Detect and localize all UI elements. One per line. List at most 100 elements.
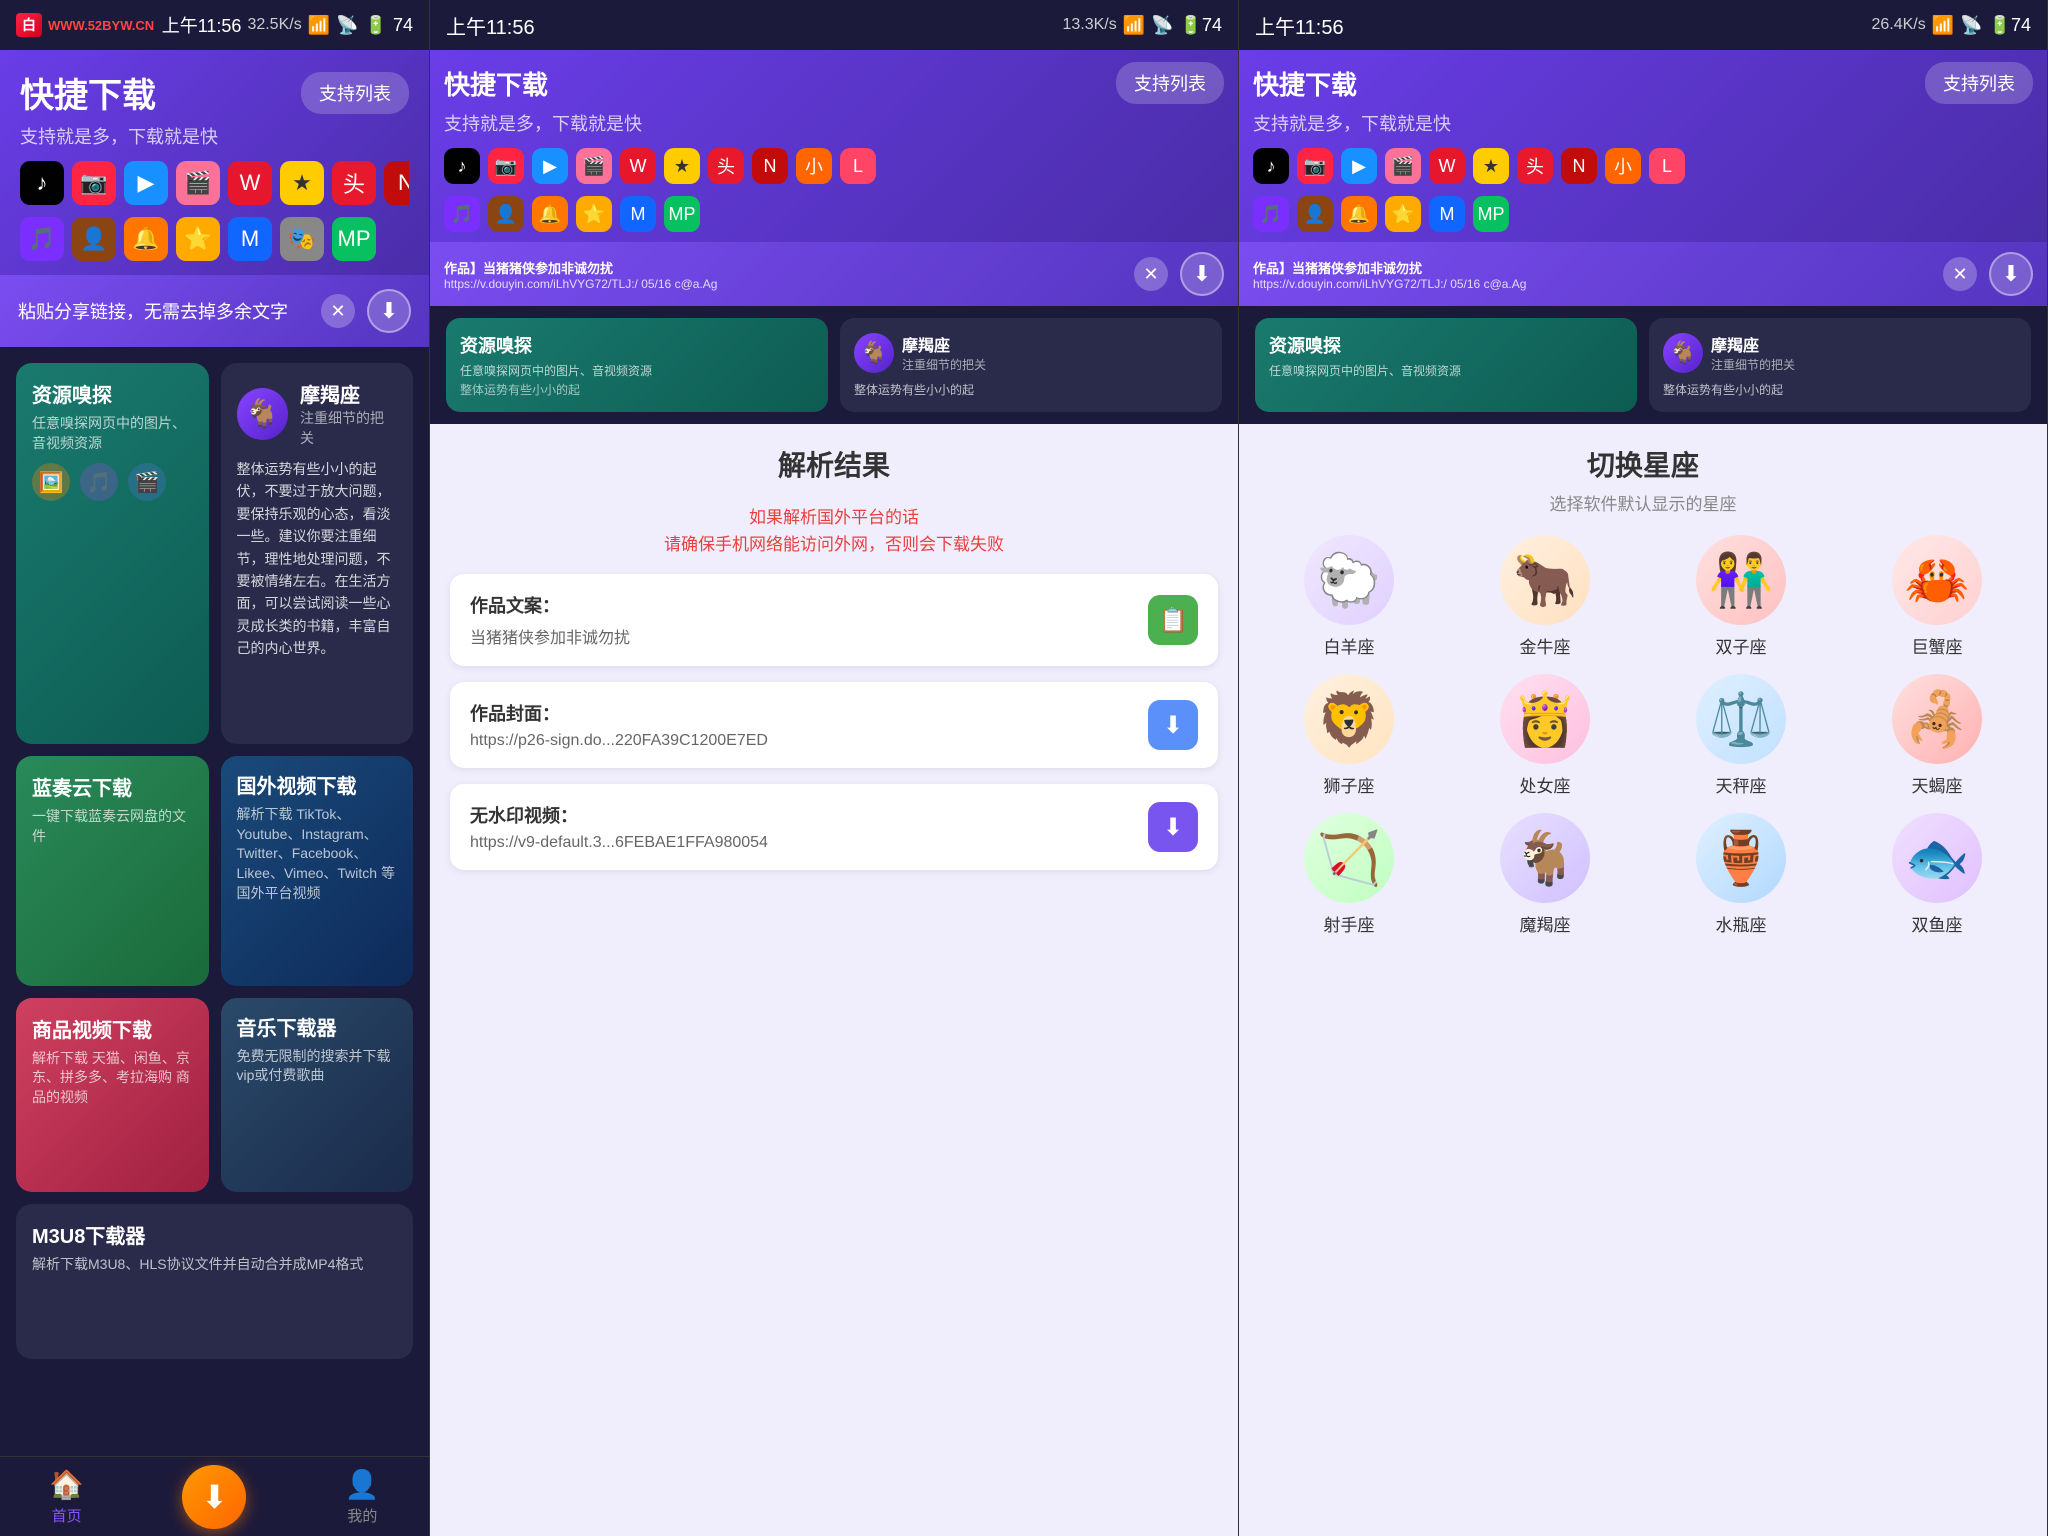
horoscope-avatar-mid: 🐐 [854,333,894,373]
m3u8-title: M3U8下载器 [32,1220,397,1249]
app-icon-red[interactable]: 📷 [72,161,116,205]
horoscope-card-mid[interactable]: 🐐 摩羯座 注重细节的把关 整体运势有些小小的起 [840,318,1222,412]
leo-avatar: 🦁 [1304,674,1394,764]
app-icon-bilibili-mid[interactable]: 🎬 [576,148,612,184]
app-icon-youku-mid[interactable]: ▶ [532,148,568,184]
app-icon-blue2[interactable]: M [228,217,272,261]
parse-field-video-value: https://v9-default.3...6FEBAE1FFA980054 [470,834,1134,852]
music-download-card[interactable]: 音乐下载器 免费无限制的搜索并下载vip或付费歌曲 [221,998,414,1192]
app-icon-netease-mid[interactable]: N [752,148,788,184]
app-icon-yellow-mid[interactable]: ★ [664,148,700,184]
app-header-mid: 快捷下载 支持列表 支持就是多，下载就是快 ♪ 📷 ▶ 🎬 W ★ 头 N 小 … [430,50,1238,242]
app-icon-star-right[interactable]: ⭐ [1385,196,1421,232]
zodiac-cancer[interactable]: 🦀 巨蟹座 [1847,535,2027,658]
paste-close-btn-right[interactable]: ✕ [1943,257,1977,291]
app-icon-brown[interactable]: 👤 [72,217,116,261]
taurus-name: 金牛座 [1520,633,1571,658]
app-icon-brown-mid[interactable]: 👤 [488,196,524,232]
app-icon-weibo-right[interactable]: W [1429,148,1465,184]
paste-url-mid: https://v.douyin.com/iLhVYG72/TLJ:/ 05/1… [444,277,1122,291]
resource-sniff-card[interactable]: 资源嗅探 任意嗅探网页中的图片、音视频资源 🖼️ 🎵 🎬 [16,363,209,744]
app-icon-weibo[interactable]: W [228,161,272,205]
app-icon-mp-right[interactable]: MP [1473,196,1509,232]
zodiac-aries[interactable]: 🐑 白羊座 [1259,535,1439,658]
nav-mine-left[interactable]: 👤 我的 [345,1468,380,1526]
app-icon-red-right[interactable]: 📷 [1297,148,1333,184]
app-icons-row2-mid: 🎵 👤 🔔 ⭐ M MP [444,196,1224,232]
m3u8-card[interactable]: M3U8下载器 解析下载M3U8、HLS协议文件并自动合并成MP4格式 [16,1204,413,1359]
battery-right: 🔋74 [1989,15,2031,36]
zodiac-scorpio[interactable]: 🦂 天蝎座 [1847,674,2027,797]
app-icon-orange2-right[interactable]: 🔔 [1341,196,1377,232]
download-cover-btn[interactable]: ⬇ [1148,700,1198,750]
app-icon-lala-right[interactable]: L [1649,148,1685,184]
paste-download-btn-right[interactable]: ⬇ [1989,252,2033,296]
app-subtitle-right: 支持就是多，下载就是快 [1253,110,2033,136]
paste-close-btn-left[interactable]: ✕ [321,294,355,328]
zodiac-sagittarius[interactable]: 🏹 射手座 [1259,813,1439,936]
app-icon-youku-right[interactable]: ▶ [1341,148,1377,184]
app-icon-bilibili[interactable]: 🎬 [176,161,220,205]
zodiac-libra[interactable]: ⚖️ 天秤座 [1651,674,1831,797]
horoscope-card-left[interactable]: 🐐 摩羯座 注重细节的把关 整体运势有些小小的起伏，不要过于放大问题，要保持乐观… [221,363,414,744]
app-icon-lala-mid[interactable]: L [840,148,876,184]
app-icon-yellow[interactable]: ★ [280,161,324,205]
app-icon-orange2[interactable]: 🔔 [124,217,168,261]
app-icon-netease-right[interactable]: N [1561,148,1597,184]
zodiac-leo[interactable]: 🦁 狮子座 [1259,674,1439,797]
nav-download-btn-left[interactable]: ⬇ [182,1465,246,1529]
paste-download-btn-mid[interactable]: ⬇ [1180,252,1224,296]
network-mid: 13.3K/s [1062,16,1116,34]
support-list-btn-left[interactable]: 支持列表 [301,72,409,114]
zodiac-pisces[interactable]: 🐟 双鱼座 [1847,813,2027,936]
app-icon-star-mid[interactable]: ⭐ [576,196,612,232]
app-icon-weibo-mid[interactable]: W [620,148,656,184]
app-icon-purple2[interactable]: 🎵 [20,217,64,261]
app-icons-row2-right: 🎵 👤 🔔 ⭐ M MP [1253,196,2033,232]
app-icon-blue2-right[interactable]: M [1429,196,1465,232]
app-icon-purple2-right[interactable]: 🎵 [1253,196,1289,232]
lanyun-card[interactable]: 蓝奏云下载 一键下载蓝奏云网盘的文件 [16,756,209,986]
app-icon-youku[interactable]: ▶ [124,161,168,205]
resource-card-mid[interactable]: 资源嗅探 任意嗅探网页中的图片、音视频资源 整体运势有些小小的起 [446,318,828,412]
paste-download-btn-left[interactable]: ⬇ [367,289,411,333]
app-icon-blue2-mid[interactable]: M [620,196,656,232]
paste-close-btn-mid[interactable]: ✕ [1134,257,1168,291]
zodiac-taurus[interactable]: 🐂 金牛座 [1455,535,1635,658]
app-icon-brown-right[interactable]: 👤 [1297,196,1333,232]
resource-card-right[interactable]: 资源嗅探 任意嗅探网页中的图片、音视频资源 [1255,318,1637,412]
zodiac-virgo[interactable]: 👸 处女座 [1455,674,1635,797]
zodiac-gemini[interactable]: 👫 双子座 [1651,535,1831,658]
product-video-card[interactable]: 商品视频下载 解析下载 天猫、闲鱼、京东、拼多多、考拉海购 商品的视频 [16,998,209,1192]
support-list-btn-mid[interactable]: 支持列表 [1116,62,1224,104]
app-icon-toutiao-mid[interactable]: 头 [708,148,744,184]
nav-home-left[interactable]: 🏠 首页 [49,1468,84,1526]
app-icon-tiktok-right[interactable]: ♪ [1253,148,1289,184]
app-icon-purple2-mid[interactable]: 🎵 [444,196,480,232]
parse-field-text-value: 当猪猪侠参加非诚勿扰 [470,624,1134,648]
app-icon-red-mid[interactable]: 📷 [488,148,524,184]
app-icon-orange2-mid[interactable]: 🔔 [532,196,568,232]
app-icon-gray[interactable]: 🎭 [280,217,324,261]
app-icon-mp[interactable]: MP [332,217,376,261]
app-icon-yellow-right[interactable]: ★ [1473,148,1509,184]
download-video-btn[interactable]: ⬇ [1148,802,1198,852]
signal-icon-mid: 📶 [1123,15,1145,36]
app-icon-tiktok-mid[interactable]: ♪ [444,148,480,184]
app-icon-star[interactable]: ⭐ [176,217,220,261]
app-icon-netease[interactable]: N [384,161,409,205]
support-list-btn-right[interactable]: 支持列表 [1925,62,2033,104]
copy-text-btn[interactable]: 📋 [1148,595,1198,645]
app-icon-mp-mid[interactable]: MP [664,196,700,232]
app-icon-tiktok[interactable]: ♪ [20,161,64,205]
app-icon-bilibili-right[interactable]: 🎬 [1385,148,1421,184]
foreign-download-card[interactable]: 国外视频下载 解析下载 TikTok、Youtube、Instagram、Twi… [221,756,414,986]
app-icon-kuaishou-mid[interactable]: 小 [796,148,832,184]
horoscope-sub-mid: 注重细节的把关 [902,356,986,373]
app-icon-toutiao[interactable]: 头 [332,161,376,205]
zodiac-aquarius[interactable]: 🏺 水瓶座 [1651,813,1831,936]
zodiac-capricorn[interactable]: 🐐 魔羯座 [1455,813,1635,936]
app-icon-toutiao-right[interactable]: 头 [1517,148,1553,184]
app-icon-kuaishou-right[interactable]: 小 [1605,148,1641,184]
horoscope-card-right[interactable]: 🐐 摩羯座 注重细节的把关 整体运势有些小小的起 [1649,318,2031,412]
